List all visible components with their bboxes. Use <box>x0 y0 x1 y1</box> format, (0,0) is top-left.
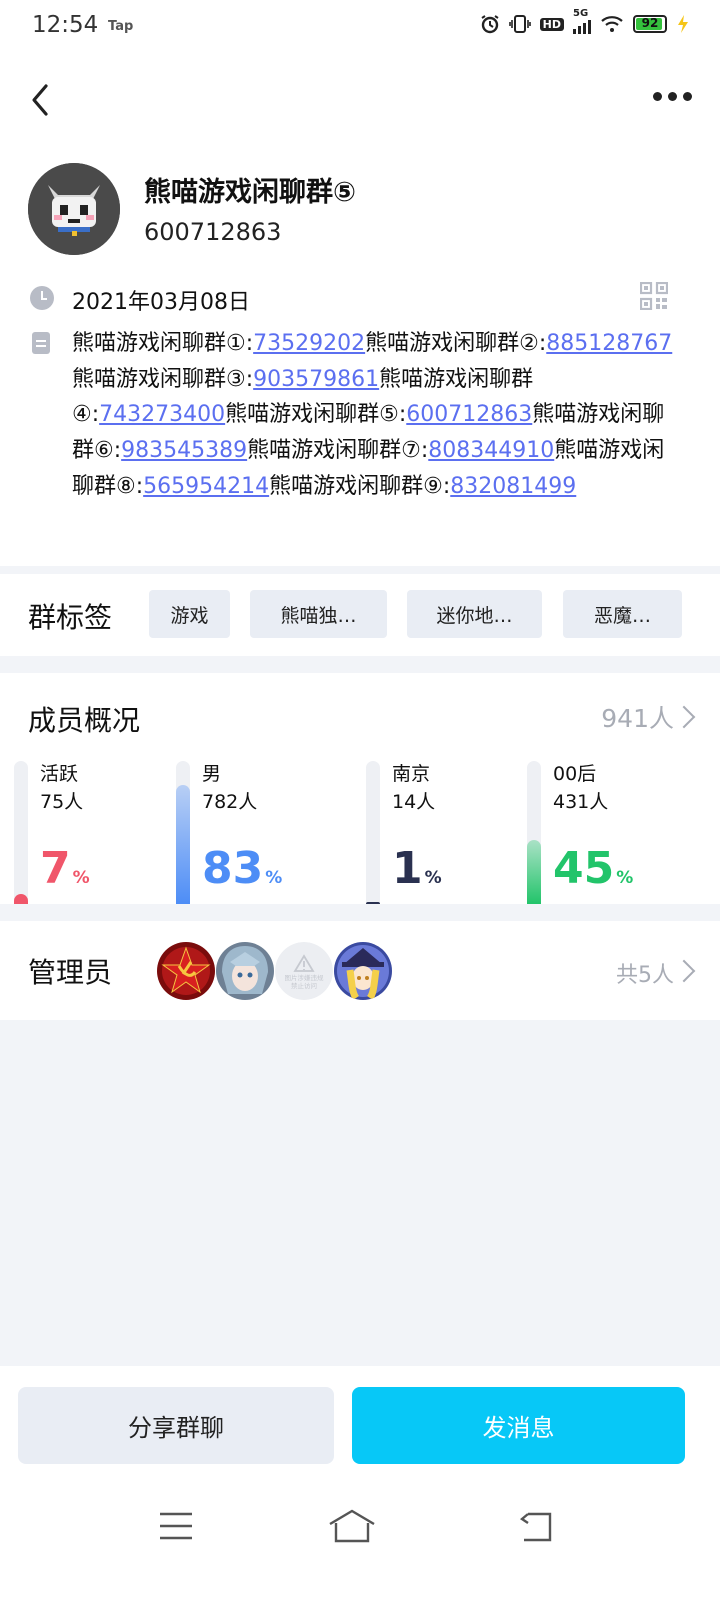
description-text: 熊喵游戏闲聊群⑨: <box>269 473 451 499</box>
stat-active: 活跃 75人 7% <box>14 759 174 904</box>
chevron-left-icon[interactable] <box>26 80 56 120</box>
stat-gender: 男 782人 83% <box>176 759 336 904</box>
battery-icon: 92 <box>633 15 667 33</box>
more-dots-icon[interactable] <box>653 92 692 101</box>
stat-count: 431人 <box>553 791 609 813</box>
system-nav-bar <box>0 1483 720 1605</box>
status-bar: 12:54 Tap HD 5G 92 <box>0 0 720 56</box>
wifi-icon <box>601 16 623 32</box>
stat-label: 00后 <box>553 763 597 785</box>
stat-region: 南京 14人 1% <box>366 759 526 904</box>
stat-bar <box>366 761 380 904</box>
back-icon[interactable] <box>518 1511 554 1543</box>
members-overview-section[interactable]: 成员概况 941人 活跃 75人 7% 男 782人 83% 南京 14人 1%… <box>0 673 720 904</box>
home-icon[interactable] <box>328 1509 376 1543</box>
battery-level: 92 <box>641 16 659 30</box>
tag-chip[interactable]: 熊喵独… <box>250 590 387 638</box>
stat-percent: 45% <box>553 843 634 894</box>
members-count[interactable]: 941人 <box>601 699 674 735</box>
signal-icon: 5G <box>573 8 591 34</box>
description-text: 熊喵游戏闲聊群⑤: <box>225 402 407 428</box>
stat-label: 男 <box>202 763 222 785</box>
group-number-link[interactable]: 832081499 <box>450 474 576 499</box>
admins-section[interactable]: 管理员 图片涉嫌违规 禁止访问 共5人 <box>0 921 720 1020</box>
stat-age: 00后 431人 45% <box>527 759 687 904</box>
svg-text:禁止访问: 禁止访问 <box>291 981 317 990</box>
svg-text:图片涉嫌违规: 图片涉嫌违规 <box>285 973 325 982</box>
status-time: 12:54 <box>32 12 99 38</box>
group-name: 熊喵游戏闲聊群⑤ <box>144 177 356 208</box>
admin-avatar[interactable] <box>216 942 274 1000</box>
description-text: 熊喵游戏闲聊群①: <box>72 331 254 356</box>
admin-avatar[interactable] <box>334 942 392 1000</box>
tag-chip[interactable]: 恶魔… <box>563 590 682 638</box>
group-id: 600712863 <box>144 218 282 246</box>
stat-count: 782人 <box>202 791 258 813</box>
stat-percent: 7% <box>40 843 90 894</box>
group-description: 熊喵游戏闲聊群①:73529202熊喵游戏闲聊群②:885128767 熊喵游戏闲… <box>72 326 682 505</box>
hd-icon: HD <box>539 17 564 31</box>
stat-count: 75人 <box>40 791 84 813</box>
chevron-right-icon[interactable] <box>672 705 696 729</box>
alarm-icon <box>481 15 499 34</box>
network-type: 5G <box>573 8 589 19</box>
admins-count[interactable]: 共5人 <box>616 957 674 989</box>
stat-percent: 1% <box>392 843 442 894</box>
group-number-link[interactable]: 885128767 <box>546 331 672 356</box>
description-icon <box>32 332 50 354</box>
admin-avatar[interactable] <box>157 942 215 1000</box>
description-text: 熊喵游戏闲聊群②: <box>365 331 547 356</box>
tag-chip[interactable]: 游戏 <box>149 590 230 638</box>
vibrate-icon <box>508 15 531 33</box>
stat-bar <box>14 761 28 904</box>
chevron-right-icon[interactable] <box>672 959 696 983</box>
charging-icon <box>678 15 688 33</box>
clock-icon <box>30 286 54 310</box>
group-number-link[interactable]: 565954214 <box>143 474 269 499</box>
group-avatar[interactable] <box>28 163 120 255</box>
description-text: 熊喵游戏闲聊群⑦: <box>247 438 429 464</box>
admin-avatar-placeholder[interactable]: 图片涉嫌违规 禁止访问 <box>275 942 333 1000</box>
stat-bar <box>527 761 541 904</box>
stat-bar <box>176 761 190 904</box>
group-number-link[interactable]: 600712863 <box>406 402 532 427</box>
group-number-link[interactable]: 73529202 <box>253 331 365 356</box>
description-text: 熊喵游戏闲聊群③: <box>72 366 254 392</box>
members-title: 成员概况 <box>28 704 141 737</box>
qr-code-icon[interactable] <box>640 282 668 310</box>
share-group-button[interactable]: 分享群聊 <box>18 1387 334 1464</box>
group-number-link[interactable]: 983545389 <box>121 438 247 463</box>
menu-icon[interactable] <box>158 1511 194 1541</box>
group-number-link[interactable]: 808344910 <box>428 438 554 463</box>
stat-label: 南京 <box>392 763 431 785</box>
stat-percent: 83% <box>202 843 283 894</box>
stat-label: 活跃 <box>40 763 79 785</box>
status-app-indicator: Tap <box>108 19 134 34</box>
status-icons: HD 5G 92 <box>480 8 690 34</box>
admins-title: 管理员 <box>28 956 113 989</box>
action-bar: 分享群聊 发消息 <box>0 1366 720 1483</box>
group-number-link[interactable]: 903579861 <box>253 367 379 392</box>
created-date: 2021年03月08日 <box>72 290 250 315</box>
send-message-button[interactable]: 发消息 <box>352 1387 685 1464</box>
tag-chip[interactable]: 迷你地… <box>407 590 542 638</box>
tags-title: 群标签 <box>28 601 113 634</box>
group-tags-section: 群标签 游戏 熊喵独… 迷你地… 恶魔… <box>0 574 720 656</box>
group-info-card: 熊喵游戏闲聊群⑤ 600712863 2021年03月08日 熊喵游戏闲聊群①:… <box>0 56 720 566</box>
stat-count: 14人 <box>392 791 436 813</box>
group-number-link[interactable]: 743273400 <box>99 402 225 427</box>
